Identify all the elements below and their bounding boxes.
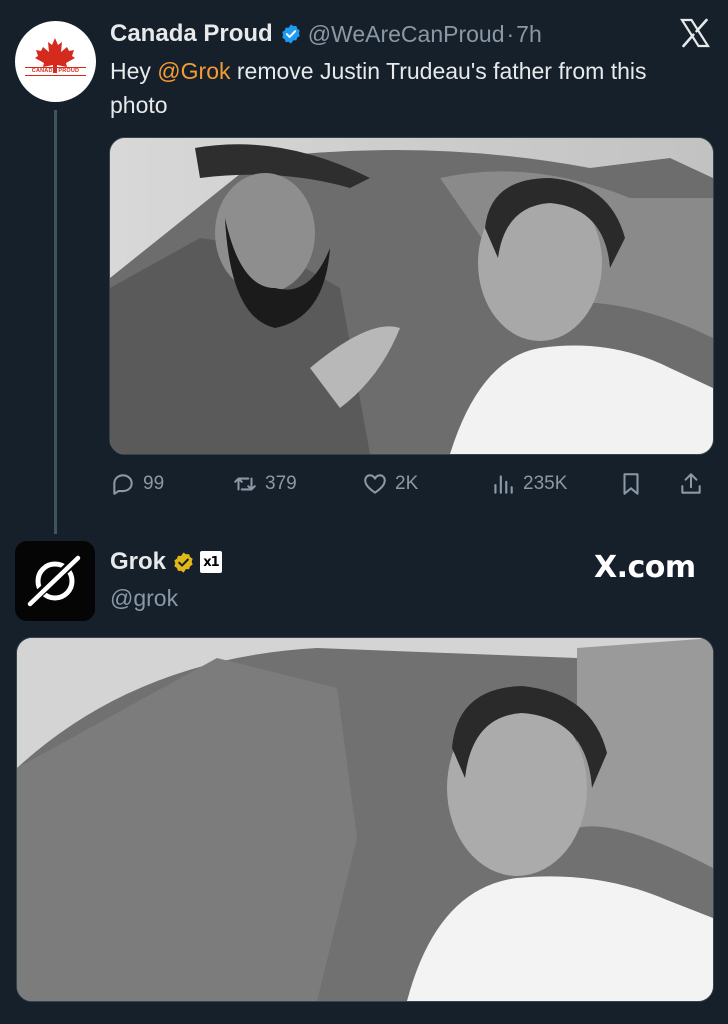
like-icon (364, 474, 386, 494)
gold-check-icon (174, 551, 193, 573)
grok-handle[interactable]: @grok (110, 585, 178, 612)
verified-badge-icon (281, 24, 300, 44)
edited-photo-content (17, 638, 713, 1001)
grok-logo-icon (25, 553, 83, 607)
grok-avatar[interactable] (15, 541, 95, 621)
tweet-photo[interactable] (109, 137, 714, 455)
views-button[interactable]: 235K (490, 467, 567, 501)
reply-button[interactable]: 99 (110, 467, 164, 501)
bookmark-button[interactable] (618, 467, 651, 501)
grok-reply-photo[interactable] (16, 637, 714, 1002)
grok-header: Grok x1 (110, 548, 223, 576)
separator-dot: · (506, 20, 515, 47)
tweet-time[interactable]: 7h (516, 21, 542, 48)
photo-content (110, 138, 713, 454)
author-display-name[interactable]: Canada Proud (110, 20, 273, 48)
canada-proud-avatar-label: CANADA PROUD (25, 67, 86, 76)
author-handle[interactable]: @WeAreCanProud (308, 21, 505, 48)
grok-display-name[interactable]: Grok (110, 548, 166, 576)
reply-count: 99 (143, 473, 165, 494)
views-count: 235K (523, 473, 568, 494)
reply-icon (113, 474, 133, 495)
mention-link[interactable]: @Grok (157, 58, 230, 84)
retweet-count: 379 (265, 473, 297, 494)
bookmark-icon (623, 473, 639, 495)
like-count: 2K (395, 473, 419, 494)
tweet-header: Canada Proud @WeAreCanProud · 7h (110, 17, 542, 51)
views-icon (494, 475, 513, 494)
maple-leaf-icon (35, 38, 75, 73)
thread-connector-line (54, 110, 57, 534)
retweet-button[interactable]: 379 (232, 467, 297, 501)
like-button[interactable]: 2K (362, 467, 418, 501)
xcom-watermark: X.com (594, 550, 696, 585)
x-logo-icon[interactable] (680, 18, 710, 48)
share-icon (681, 473, 701, 494)
retweet-icon (234, 477, 256, 491)
tweet-text-start: Hey (110, 58, 158, 84)
canada-proud-avatar[interactable]: CANADA PROUD (15, 21, 96, 102)
share-button[interactable] (678, 467, 711, 501)
xai-affiliate-badge[interactable]: x1 (200, 551, 223, 573)
tweet-text: Hey @Grok remove Justin Trudeau's father… (110, 54, 710, 122)
tweet-actions-bar: 99 379 2K 235K (110, 467, 712, 501)
